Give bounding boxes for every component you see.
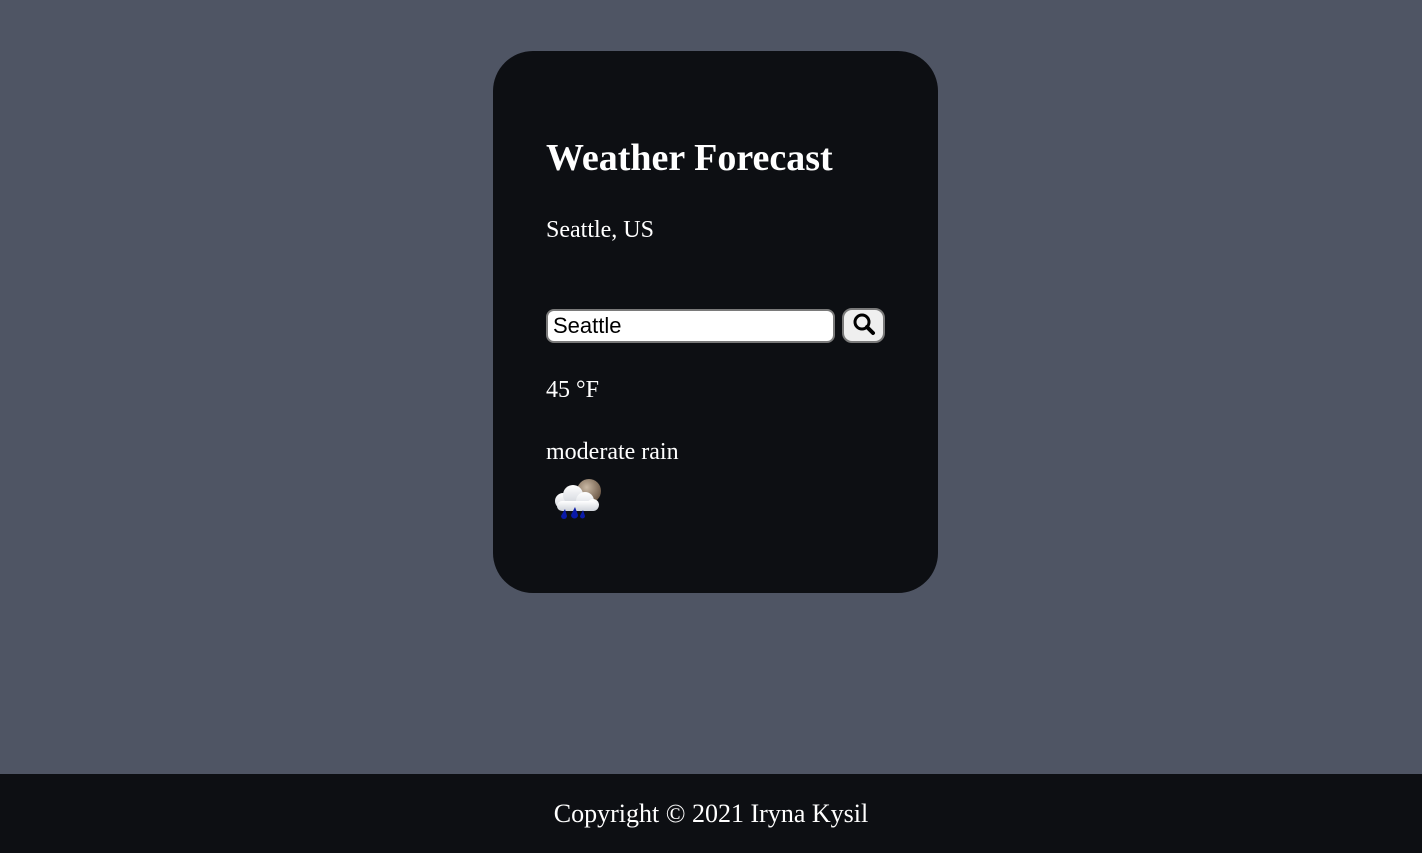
city-search-input[interactable] bbox=[546, 309, 835, 343]
rain-cloud-moon-icon bbox=[549, 475, 607, 523]
search-icon bbox=[852, 312, 876, 339]
page-title: Weather Forecast bbox=[546, 137, 833, 179]
location-label: Seattle, US bbox=[546, 217, 654, 243]
weather-description: moderate rain bbox=[546, 439, 679, 465]
temperature-value: 45 °F bbox=[546, 377, 599, 403]
search-button[interactable] bbox=[842, 308, 885, 343]
copyright-text: Copyright © 2021 Iryna Kysil bbox=[553, 798, 869, 828]
weather-card: Weather Forecast Seattle, US 45 °F moder… bbox=[493, 51, 938, 593]
footer: Copyright © 2021 Iryna Kysil bbox=[0, 774, 1422, 853]
